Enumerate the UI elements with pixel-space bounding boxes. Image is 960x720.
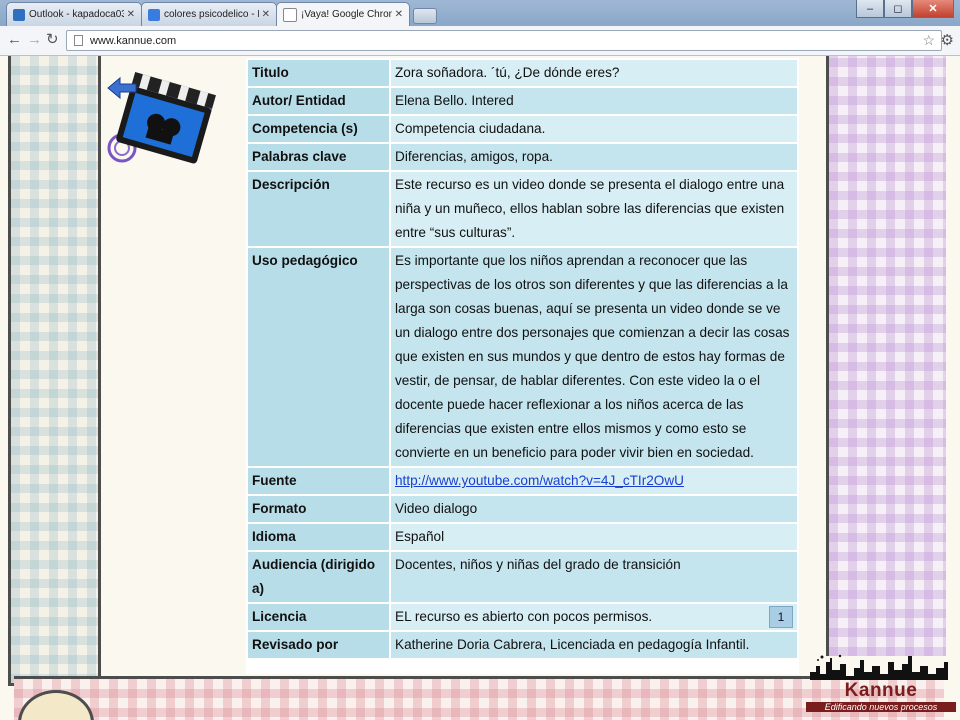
field-value: Video dialogo (389, 494, 799, 524)
reload-icon[interactable]: ↻ (46, 32, 59, 48)
address-url[interactable]: www.kannue.com (90, 35, 922, 47)
table-row: Formato Video dialogo (246, 494, 799, 524)
tab-outlook[interactable]: Outlook - kapadoca03@h ✕ (6, 2, 142, 26)
field-value: Este recurso es un video donde se presen… (389, 170, 799, 248)
field-value: Es importante que los niños aprendan a r… (389, 246, 799, 468)
table-row: Fuente http://www.youtube.com/watch?v=4J_… (246, 466, 799, 496)
maximize-button[interactable]: ◻ (884, 0, 912, 18)
table-row: Titulo Zora soñadora. ´tú, ¿De dónde eres… (246, 58, 799, 88)
tab-label: colores psicodelico - Busc (164, 9, 259, 20)
table-row: Revisado por Katherine Doria Cabrera, Lic… (246, 630, 799, 660)
field-value: 1 EL recurso es abierto con pocos permiso… (389, 602, 799, 632)
tab-google-search[interactable]: colores psicodelico - Busc ✕ (141, 2, 277, 26)
tab-close-icon[interactable]: ✕ (127, 9, 135, 20)
kannue-logo[interactable]: Kannue Edificando nuevos procesos (806, 654, 956, 720)
close-window-button[interactable]: ✕ (912, 0, 954, 18)
field-label: Autor/ Entidad (246, 86, 391, 116)
plaid-border-left (8, 56, 101, 686)
outlook-icon (13, 8, 25, 21)
field-label: Competencia (s) (246, 114, 391, 144)
field-label: Titulo (246, 58, 391, 88)
slide: Titulo Zora soñadora. ´tú, ¿De dónde eres… (0, 56, 960, 720)
table-row: Competencia (s) Competencia ciudadana. (246, 114, 799, 144)
resource-table: Titulo Zora soñadora. ´tú, ¿De dónde eres… (246, 58, 799, 660)
tab-label: Outlook - kapadoca03@h (29, 9, 124, 20)
field-label: Palabras clave (246, 142, 391, 172)
window-controls: – ◻ ✕ (856, 0, 954, 18)
plaid-border-right (826, 56, 946, 656)
minimize-button[interactable]: – (856, 0, 884, 18)
source-link[interactable]: http://www.youtube.com/watch?v=4J_cTIr2O… (395, 473, 684, 488)
field-label: Idioma (246, 522, 391, 552)
new-tab-button[interactable] (413, 8, 437, 24)
table-row: Licencia 1 EL recurso es abierto con pocos… (246, 602, 799, 632)
table-row: Idioma Español (246, 522, 799, 552)
table-row: Audiencia (dirigido a) Docentes, niños y … (246, 550, 799, 604)
field-label: Uso pedagógico (246, 246, 391, 468)
table-row: Palabras clave Diferencias, amigos, ropa. (246, 142, 799, 172)
wrench-menu-icon[interactable]: ⚙ (941, 31, 954, 49)
back-arrow-icon[interactable]: ← (7, 32, 22, 48)
logo-name: Kannue (844, 680, 918, 701)
resource-sheet: Titulo Zora soñadora. ´tú, ¿De dónde eres… (246, 58, 799, 674)
field-value: Diferencias, amigos, ropa. (389, 142, 799, 172)
page-number-badge: 1 (769, 606, 793, 628)
page-icon (283, 7, 297, 22)
page-icon (74, 35, 83, 46)
tab-close-icon[interactable]: ✕ (395, 9, 403, 20)
table-row: Autor/ Entidad Elena Bello. Intered (246, 86, 799, 116)
browser-toolbar: ← → ↻ www.kannue.com ☆ ⚙ (0, 26, 960, 56)
field-label: Revisado por (246, 630, 391, 660)
address-bar[interactable]: www.kannue.com ☆ (66, 30, 942, 51)
field-value: Katherine Doria Cabrera, Licenciada en p… (389, 630, 799, 660)
field-label: Fuente (246, 466, 391, 496)
logo-tagline: Edificando nuevos procesos (806, 702, 956, 712)
field-value: Zora soñadora. ´tú, ¿De dónde eres? (389, 58, 799, 88)
field-value: Español (389, 522, 799, 552)
google-icon (148, 8, 160, 21)
clapperboard-icon[interactable] (106, 66, 216, 174)
forward-arrow-icon[interactable]: → (27, 32, 42, 48)
field-value: Competencia ciudadana. (389, 114, 799, 144)
field-value-text: EL recurso es abierto con pocos permisos… (395, 609, 653, 624)
table-row: Descripción Este recurso es un video dond… (246, 170, 799, 248)
tab-chrome-error[interactable]: ¡Vaya! Google Chrome no ✕ (276, 2, 410, 26)
field-label: Audiencia (dirigido a) (246, 550, 391, 604)
city-skyline-icon (810, 654, 948, 680)
field-label: Descripción (246, 170, 391, 248)
bookmark-star-icon[interactable]: ☆ (922, 32, 935, 49)
plaid-border-bottom (14, 676, 944, 720)
table-row: Uso pedagógico Es importante que los niño… (246, 246, 799, 468)
tab-close-icon[interactable]: ✕ (262, 9, 270, 20)
field-value: Elena Bello. Intered (389, 86, 799, 116)
field-label: Formato (246, 494, 391, 524)
field-label: Licencia (246, 602, 391, 632)
field-value: Docentes, niños y niñas del grado de tra… (389, 550, 799, 604)
browser-titlebar: Outlook - kapadoca03@h ✕ colores psicode… (0, 0, 960, 26)
field-value: http://www.youtube.com/watch?v=4J_cTIr2O… (389, 466, 799, 496)
tab-label: ¡Vaya! Google Chrome no (301, 9, 392, 20)
